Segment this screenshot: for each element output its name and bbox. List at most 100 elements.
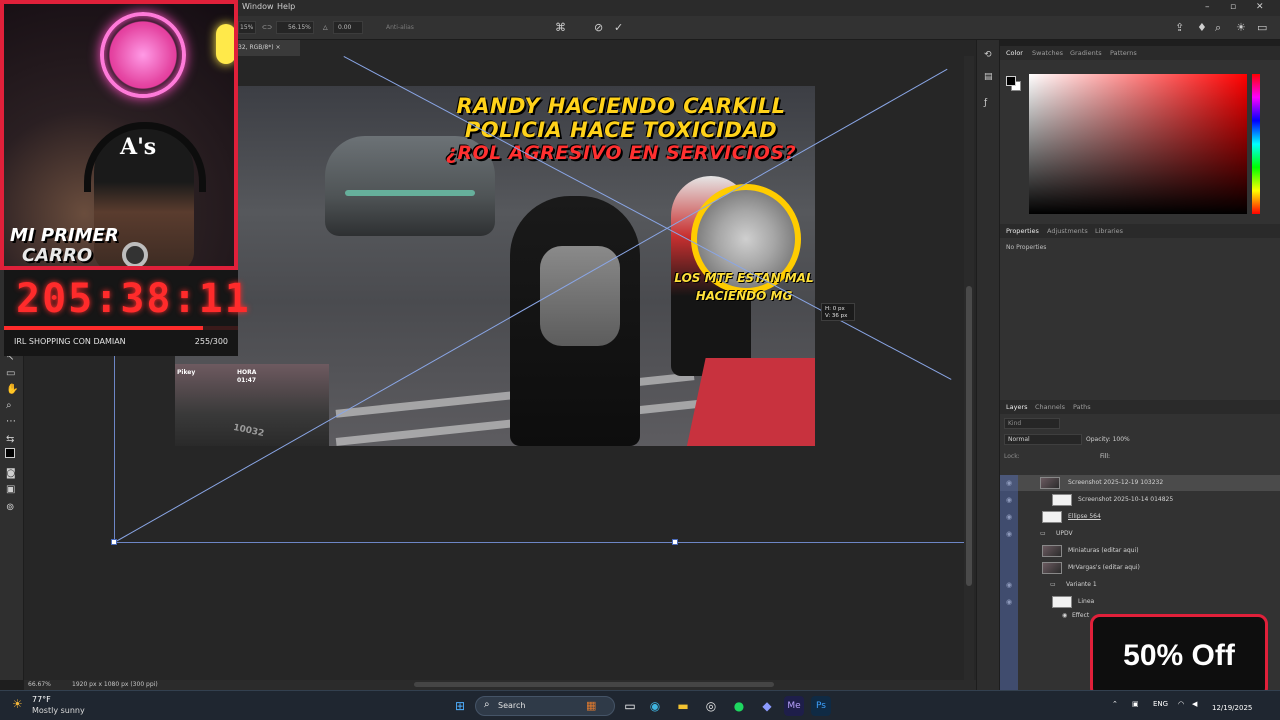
neon-light-graphic bbox=[216, 24, 234, 64]
wifi-icon[interactable]: ◠ bbox=[1178, 700, 1184, 708]
color-field[interactable] bbox=[1029, 74, 1247, 214]
history-icon[interactable]: ⟲ bbox=[984, 50, 992, 60]
menu-help[interactable]: Help bbox=[277, 2, 295, 11]
discord-icon[interactable]: ◆ bbox=[757, 696, 777, 716]
layer-group-row[interactable]: ◉ ▭ UPDV bbox=[1000, 526, 1280, 542]
layer-row[interactable]: MrVargas's (editar aqui) bbox=[1000, 560, 1280, 576]
commit-transform-icon[interactable]: ✓ bbox=[614, 21, 623, 34]
chrome-icon[interactable]: ◎ bbox=[701, 696, 721, 716]
no-properties-text: No Properties bbox=[1006, 244, 1047, 251]
search-highlight-icon: ▦ bbox=[586, 699, 597, 712]
layer-row[interactable]: ◉ Screenshot 2025-12-19 103232 bbox=[1000, 475, 1280, 491]
zoom-tool-icon[interactable]: ⌕ bbox=[6, 400, 12, 411]
search-box[interactable]: ⌕ Search ▦ bbox=[475, 696, 615, 716]
tab-color[interactable]: Color bbox=[1006, 49, 1023, 57]
hud-name: Pikey bbox=[177, 369, 196, 376]
fx-icon[interactable]: ƒ bbox=[984, 98, 987, 108]
transform-handle[interactable] bbox=[672, 539, 678, 545]
transform-info-line2: V: 36 px bbox=[825, 313, 848, 319]
scrollbar-thumb[interactable] bbox=[966, 286, 972, 586]
layer-filter-kind[interactable]: Kind bbox=[1004, 418, 1060, 429]
panels-icon[interactable]: ▭ bbox=[1257, 21, 1267, 34]
goal-label: IRL SHOPPING CON DAMIAN bbox=[14, 337, 126, 346]
document-tab[interactable]: 32, RGB/8*) × bbox=[236, 40, 300, 56]
hue-slider[interactable] bbox=[1252, 74, 1260, 214]
red-barrier-graphic bbox=[684, 358, 815, 446]
webcam-overlay: A's MI PRIMER CARRO bbox=[0, 0, 238, 270]
edge-icon[interactable]: ◉ bbox=[645, 696, 665, 716]
quick-mask-icon[interactable]: ◙ bbox=[6, 468, 16, 479]
warp-icon[interactable]: ⌘ bbox=[555, 21, 566, 34]
layer-row[interactable]: ◉ Ellipse 564 bbox=[1000, 509, 1280, 525]
layer-thumbnail bbox=[1042, 511, 1062, 523]
promo-badge: 50% Off bbox=[1090, 614, 1268, 698]
screen-mode-icon[interactable]: ▣ bbox=[6, 484, 15, 495]
opacity-field[interactable]: Opacity: 100% bbox=[1086, 436, 1130, 443]
color-panel: Color Swatches Gradients Patterns bbox=[1000, 46, 1280, 224]
clock-date[interactable]: 12/19/2025 bbox=[1212, 704, 1252, 712]
photoshop-icon[interactable]: Ps bbox=[811, 696, 831, 716]
transform-handle[interactable] bbox=[111, 539, 117, 545]
timer-value: 205:38:11 bbox=[16, 276, 251, 322]
weather-temp[interactable]: 77°F bbox=[32, 695, 51, 704]
tray-app-icon[interactable]: ▣ bbox=[1132, 700, 1139, 708]
width-value: 15% bbox=[240, 24, 254, 31]
notification-icon[interactable]: ♦ bbox=[1197, 21, 1207, 34]
media-encoder-icon[interactable]: Me bbox=[784, 696, 804, 716]
menu-window[interactable]: Window bbox=[242, 2, 274, 11]
close-icon[interactable]: ✕ bbox=[1256, 2, 1264, 12]
tray-chevron-icon[interactable]: ⌃ bbox=[1112, 700, 1118, 708]
layer-thumbnail bbox=[1042, 562, 1062, 574]
effects-eye-icon[interactable]: ◉ bbox=[1062, 612, 1067, 619]
height-value: 56.15% bbox=[288, 24, 311, 31]
start-icon[interactable]: ⊞ bbox=[450, 696, 470, 716]
layer-group-row[interactable]: ◉ ▭ Variante 1 bbox=[1000, 577, 1280, 593]
swap-colors-icon[interactable]: ⇆ bbox=[6, 434, 14, 445]
more-tools-icon[interactable]: ⋯ bbox=[6, 416, 16, 427]
workspace-icon[interactable]: ☀ bbox=[1236, 21, 1246, 34]
layer-name: Ellipse 564 bbox=[1068, 513, 1101, 520]
spotify-icon[interactable]: ● bbox=[729, 696, 749, 716]
fill-field[interactable]: Fill: bbox=[1100, 453, 1110, 460]
thumbnail-image[interactable]: Pikey HORA 01:47 10032 RANDY HACIENDO CA… bbox=[175, 86, 815, 446]
volume-icon[interactable]: ◀ bbox=[1192, 700, 1197, 708]
minimize-icon[interactable]: – bbox=[1205, 2, 1210, 12]
tab-adjustments[interactable]: Adjustments bbox=[1047, 227, 1088, 235]
tab-paths[interactable]: Paths bbox=[1073, 403, 1091, 411]
weather-desc[interactable]: Mostly sunny bbox=[32, 706, 85, 715]
foreground-color-swatch[interactable] bbox=[1006, 76, 1016, 86]
tab-channels[interactable]: Channels bbox=[1035, 403, 1065, 411]
hand-tool-icon[interactable]: ✋ bbox=[6, 384, 18, 395]
tab-properties[interactable]: Properties bbox=[1006, 227, 1039, 235]
weather-sun-icon[interactable]: ☀ bbox=[12, 697, 23, 711]
maximize-icon[interactable]: ▫ bbox=[1230, 2, 1236, 12]
layer-name: Screenshot 2025-12-19 103232 bbox=[1068, 479, 1164, 486]
task-view-icon[interactable]: ▭ bbox=[620, 696, 640, 716]
marquee-tool-icon[interactable]: ▭ bbox=[6, 368, 15, 379]
horizontal-scrollbar[interactable] bbox=[414, 682, 774, 687]
comments-icon[interactable]: ▤ bbox=[984, 72, 993, 82]
tab-libraries[interactable]: Libraries bbox=[1095, 227, 1123, 235]
tab-layers[interactable]: Layers bbox=[1006, 403, 1028, 411]
thumbnail-title-3: ¿ROL AGRESIVO EN SERVICIOS? bbox=[445, 142, 797, 164]
zoom-level[interactable]: 66.67% bbox=[28, 681, 51, 688]
tab-gradients[interactable]: Gradients bbox=[1070, 49, 1102, 57]
layer-name: Variante 1 bbox=[1066, 581, 1097, 588]
layer-row[interactable]: ◉ Screenshot 2025-10-14 014825 bbox=[1000, 492, 1280, 508]
foreground-color-swatch[interactable] bbox=[5, 448, 15, 458]
file-explorer-icon[interactable]: ▬ bbox=[673, 696, 693, 716]
tab-patterns[interactable]: Patterns bbox=[1110, 49, 1137, 57]
language-indicator[interactable]: ENG bbox=[1153, 700, 1168, 708]
blend-mode-select[interactable]: Normal bbox=[1004, 434, 1082, 445]
extras-icon[interactable]: ⊚ bbox=[6, 502, 14, 513]
share-icon[interactable]: ⇪ bbox=[1175, 21, 1184, 34]
neon-sign-graphic bbox=[100, 12, 186, 98]
vertical-scrollbar[interactable] bbox=[964, 56, 974, 680]
cancel-transform-icon[interactable]: ⊘ bbox=[594, 21, 603, 34]
link-icon[interactable]: ⊂⊃ bbox=[262, 24, 272, 31]
antialias-checkbox[interactable]: Anti-alias bbox=[386, 24, 414, 31]
search-icon[interactable]: ⌕ bbox=[1215, 21, 1221, 35]
tab-swatches[interactable]: Swatches bbox=[1032, 49, 1063, 57]
folder-icon: ▭ bbox=[1040, 530, 1046, 537]
layer-row[interactable]: Miniaturas (editar aqui) bbox=[1000, 543, 1280, 559]
